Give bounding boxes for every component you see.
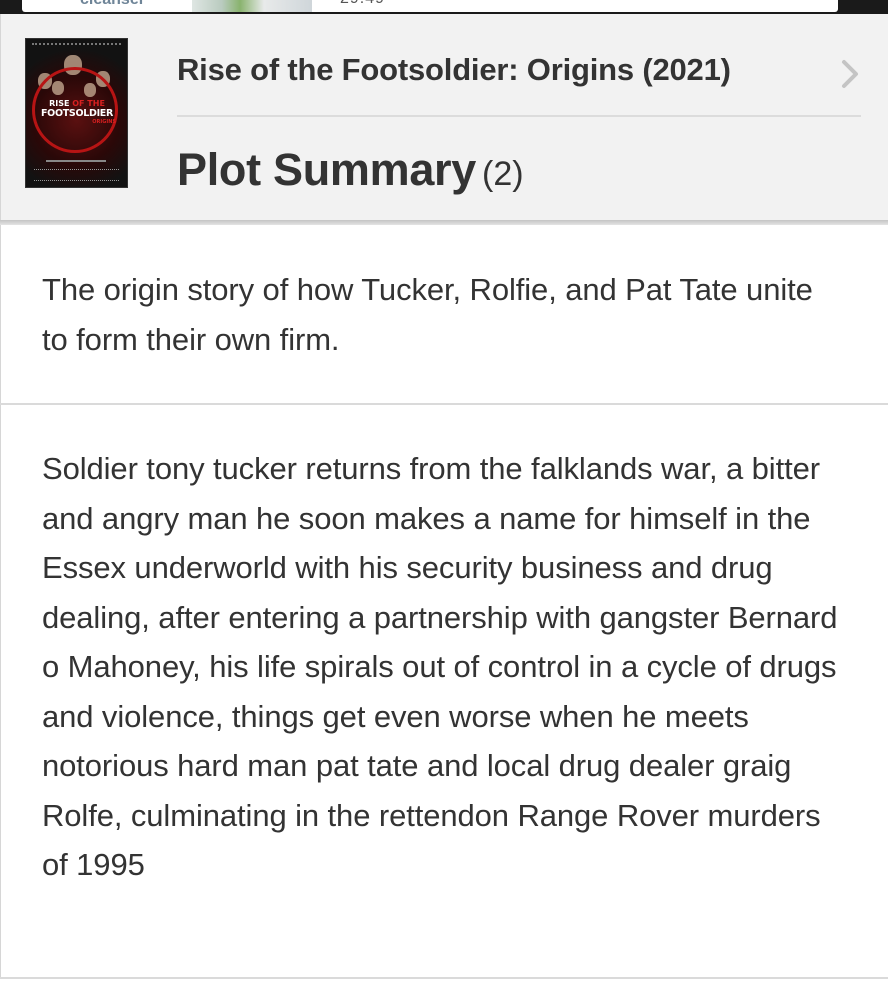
ad-price: 29.49	[340, 0, 385, 8]
poster-credits	[32, 43, 121, 48]
ad-text: cleanser	[80, 0, 145, 9]
poster-tagline	[46, 160, 106, 162]
summary-text: The origin story of how Tucker, Rolfie, …	[42, 272, 813, 357]
summary-item: The origin story of how Tucker, Rolfie, …	[0, 225, 888, 404]
poster-title: RISE OF THE FOOTSOLDIER ORIGINS	[40, 99, 116, 125]
poster-billing-block	[34, 169, 119, 181]
chevron-right-icon[interactable]	[839, 59, 861, 89]
ad-card[interactable]: cleanser 29.49	[22, 0, 838, 12]
section-heading: Plot Summary	[177, 144, 476, 195]
page-title: Plot Summary (2)	[177, 144, 524, 196]
summary-divider	[0, 977, 888, 979]
movie-title-link[interactable]: Rise of the Footsoldier: Origins (2021)	[177, 52, 731, 88]
movie-poster[interactable]: RISE OF THE FOOTSOLDIER ORIGINS	[26, 39, 127, 187]
header-divider	[177, 115, 861, 117]
summary-item: Soldier tony tucker returns from the fal…	[0, 405, 888, 979]
ad-banner[interactable]: cleanser 29.49	[0, 0, 888, 14]
summary-count: (2)	[482, 155, 524, 193]
summary-text: Soldier tony tucker returns from the fal…	[42, 451, 838, 882]
title-header[interactable]: RISE OF THE FOOTSOLDIER ORIGINS Rise of …	[0, 14, 888, 220]
ad-image	[192, 0, 312, 12]
